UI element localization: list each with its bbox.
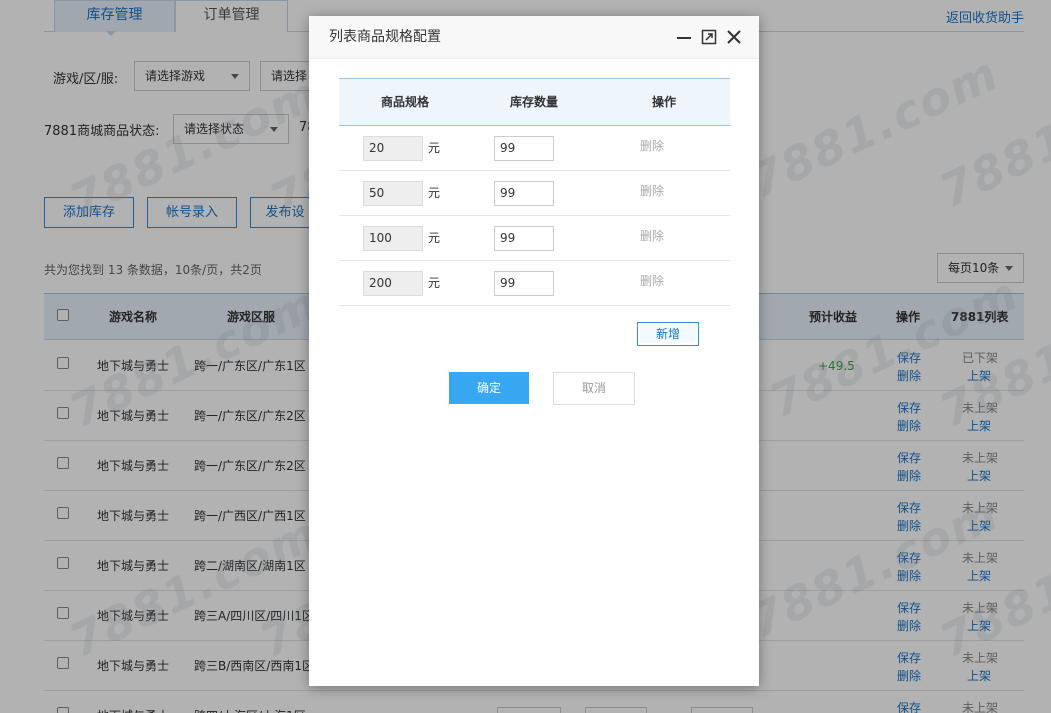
cancel-button[interactable]: 取消 <box>553 372 635 405</box>
spec-value-field[interactable]: 100 <box>363 226 423 251</box>
stock-quantity-input[interactable]: 99 <box>494 271 554 296</box>
header-spec-op: 操作 <box>652 95 677 109</box>
spec-delete-link[interactable]: 删除 <box>640 226 664 246</box>
spec-value-field[interactable]: 20 <box>363 136 423 161</box>
spec-value-field[interactable]: 200 <box>363 271 423 296</box>
spec-delete-link[interactable]: 删除 <box>640 136 664 156</box>
header-spec: 商品规格 <box>381 95 430 109</box>
spec-unit-label: 元 <box>428 141 441 155</box>
spec-unit-label: 元 <box>428 276 441 290</box>
minimize-icon[interactable] <box>676 29 692 45</box>
confirm-button[interactable]: 确定 <box>449 372 529 404</box>
stock-quantity-input[interactable]: 99 <box>494 226 554 251</box>
spec-row: 200 元 99 删除 <box>339 261 730 306</box>
spec-table-header: 商品规格 库存数量 操作 <box>339 78 730 126</box>
stock-quantity-input[interactable]: 99 <box>494 136 554 161</box>
spec-delete-link[interactable]: 删除 <box>640 181 664 201</box>
stock-quantity-input[interactable]: 99 <box>494 181 554 206</box>
spec-unit-label: 元 <box>428 231 441 245</box>
spec-value-field[interactable]: 50 <box>363 181 423 206</box>
close-icon[interactable] <box>726 29 742 45</box>
maximize-icon[interactable] <box>701 29 717 45</box>
spec-row: 20 元 99 删除 <box>339 126 730 171</box>
header-stock: 库存数量 <box>510 95 559 109</box>
spec-delete-link[interactable]: 删除 <box>640 271 664 291</box>
spec-row: 50 元 99 删除 <box>339 171 730 216</box>
dialog-title: 列表商品规格配置 <box>329 29 441 45</box>
spec-unit-label: 元 <box>428 186 441 200</box>
dialog-header: 列表商品规格配置 <box>309 16 759 59</box>
spec-config-dialog: 列表商品规格配置 商品规格 库存数量 操作 20 元 99 删除 50 元 99 删除 100 元… <box>309 16 759 686</box>
spec-row: 100 元 99 删除 <box>339 216 730 261</box>
add-spec-button[interactable]: 新增 <box>637 322 699 346</box>
